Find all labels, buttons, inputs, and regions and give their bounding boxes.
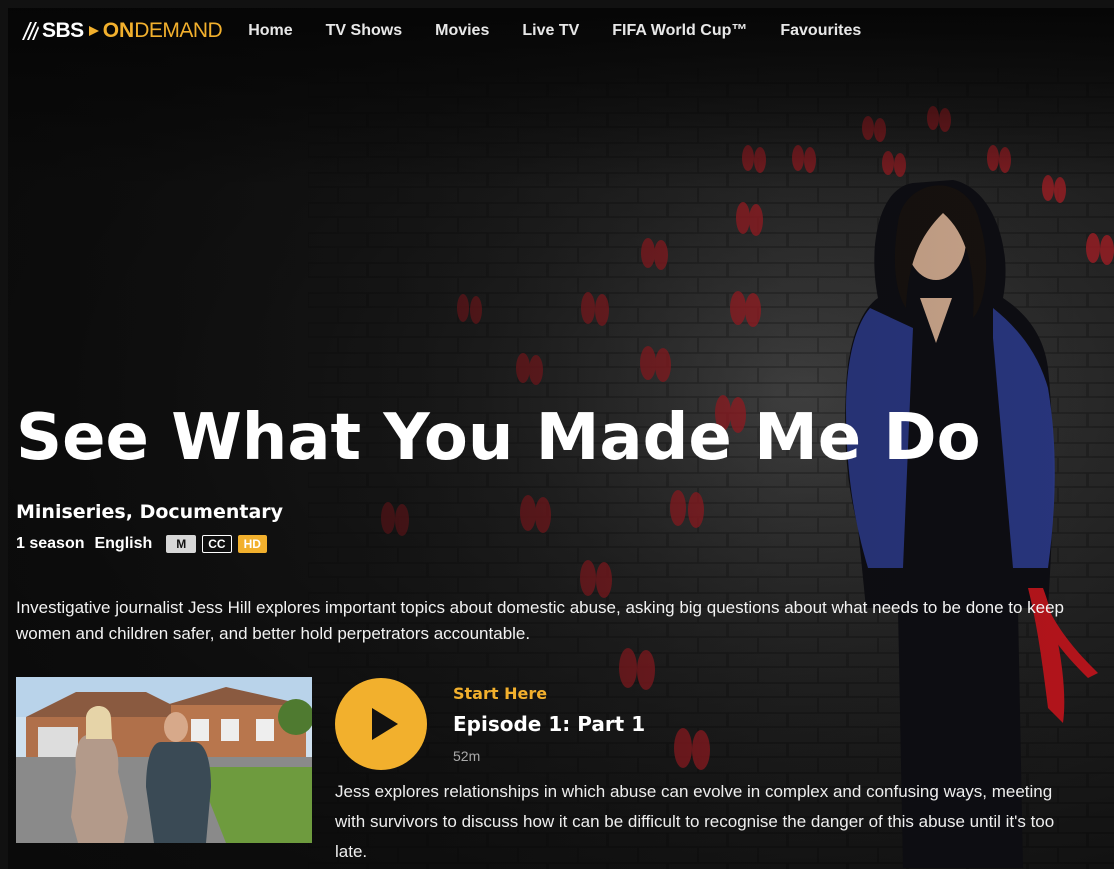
play-button[interactable]	[335, 678, 427, 770]
logo-demand-text: DEMAND	[134, 19, 223, 42]
show-genres: Miniseries, Documentary	[16, 501, 284, 523]
logo-arrow-icon	[88, 26, 99, 36]
show-title: See What You Made Me Do	[16, 401, 981, 475]
rating-badge: M	[166, 535, 197, 553]
language: English	[94, 535, 153, 552]
season-count: 1 season	[16, 535, 85, 552]
logo-sbs-text: SBS	[42, 19, 84, 42]
cc-badge: CC	[202, 535, 232, 553]
episode-description: Jess explores relationships in which abu…	[335, 782, 1055, 861]
nav-item-live-tv[interactable]: Live TV	[522, 22, 579, 40]
hd-badge: HD	[237, 535, 267, 553]
nav-menu: Home TV Shows Movies Live TV FIFA World …	[248, 22, 894, 40]
nav-item-home[interactable]: Home	[248, 22, 292, 40]
episode-duration: 52m	[453, 748, 481, 764]
sbs-logo-icon	[22, 22, 39, 40]
show-description: Investigative journalist Jess Hill explo…	[16, 598, 1065, 643]
episode-title[interactable]: Episode 1: Part 1	[453, 712, 645, 736]
logo-on-text: ON	[102, 19, 135, 42]
nav-item-movies[interactable]: Movies	[435, 22, 489, 40]
show-meta: 1 season English M CC HD	[16, 535, 267, 553]
play-icon	[372, 708, 398, 740]
episode-thumbnail[interactable]	[16, 677, 312, 843]
nav-item-tv-shows[interactable]: TV Shows	[326, 22, 402, 40]
sbs-on-demand-logo[interactable]: SBS ON DEMAND	[20, 8, 223, 54]
nav-item-fifa-world-cup[interactable]: FIFA World Cup™	[612, 22, 747, 40]
hero-section: SBS ON DEMAND Home TV Shows Movies Live …	[8, 8, 1114, 869]
top-nav: SBS ON DEMAND Home TV Shows Movies Live …	[8, 8, 1114, 54]
start-here-label: Start Here	[453, 684, 548, 703]
nav-item-favourites[interactable]: Favourites	[780, 22, 861, 40]
episode-thumbnail-image	[16, 677, 312, 843]
